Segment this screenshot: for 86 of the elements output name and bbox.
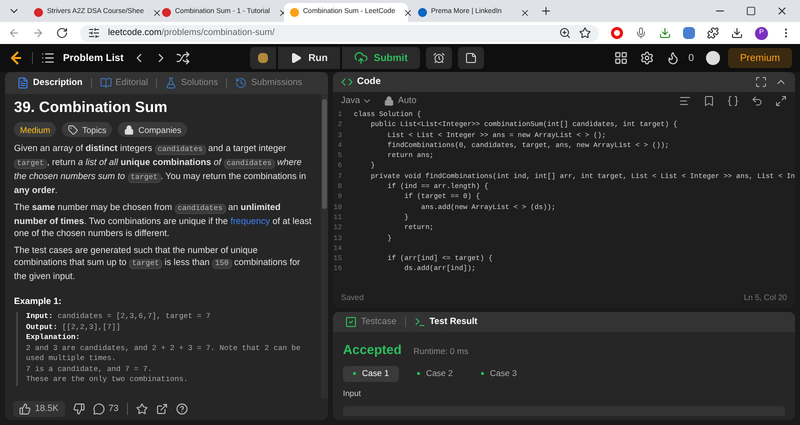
lock-icon: [384, 96, 394, 106]
problem-list-link[interactable]: Problem List: [63, 50, 124, 66]
case-tab[interactable]: Case 1: [343, 366, 399, 382]
tag-button[interactable]: Companies: [118, 122, 188, 137]
extensions-icon[interactable]: [707, 27, 719, 39]
zoom-icon[interactable]: [559, 27, 571, 39]
settings-icon[interactable]: [640, 51, 654, 65]
panel-tab[interactable]: Description: [13, 76, 87, 90]
flame-icon[interactable]: [666, 51, 680, 65]
reload-icon[interactable]: [56, 27, 68, 39]
auto-mode-label: Auto: [398, 94, 417, 108]
code-icon: [341, 76, 353, 88]
comments-button[interactable]: 73: [92, 402, 119, 416]
difficulty-tag[interactable]: Medium: [14, 122, 56, 137]
avatar[interactable]: [706, 51, 720, 65]
site-info-icon[interactable]: [88, 27, 100, 39]
close-icon[interactable]: [152, 8, 162, 18]
history-icon: [235, 77, 248, 89]
thumbs-up-icon: [19, 403, 31, 415]
list-icon[interactable]: [41, 51, 55, 65]
panel-tab[interactable]: Testcase: [341, 315, 401, 329]
new-tab-icon[interactable]: [540, 5, 552, 17]
logo-icon[interactable]: [8, 50, 24, 66]
input-label: Input: [343, 388, 362, 400]
opera-icon[interactable]: [611, 27, 623, 39]
bookmark-star-icon[interactable]: [579, 27, 591, 39]
url-text: leetcode.com/problems/combination-sum/: [108, 26, 275, 40]
microphone-icon[interactable]: [635, 27, 647, 39]
streak-count: 0: [688, 52, 694, 66]
fullscreen-icon[interactable]: [755, 76, 767, 88]
download-icon[interactable]: [731, 27, 743, 39]
debug-button[interactable]: [250, 47, 276, 69]
dislike-icon[interactable]: [72, 403, 85, 415]
favorite-icon[interactable]: [136, 403, 148, 415]
grid-icon[interactable]: [614, 51, 628, 65]
bookmark-icon[interactable]: [703, 95, 715, 107]
lock-icon: [124, 124, 134, 134]
result-status: Accepted: [343, 341, 402, 359]
scrollbar[interactable]: [321, 94, 328, 398]
alarm-clock-icon: [432, 52, 445, 64]
note-icon: [464, 52, 477, 64]
close-icon[interactable]: [403, 8, 414, 18]
document-icon: [17, 77, 29, 89]
format-icon[interactable]: [679, 95, 691, 107]
cursor-position: Ln 5, Col 20: [744, 292, 787, 304]
panel-title: Code: [357, 74, 381, 89]
panel-tab[interactable]: Solutions: [161, 76, 222, 90]
comment-icon: [92, 403, 105, 415]
book-icon: [100, 77, 112, 89]
problem-title: 39. Combination Sum: [14, 98, 168, 117]
close-icon[interactable]: [520, 8, 530, 18]
address-field[interactable]: leetcode.com/problems/combination-sum/: [80, 24, 599, 42]
run-button[interactable]: Run: [278, 47, 340, 69]
expand-icon[interactable]: [775, 95, 787, 107]
reset-icon[interactable]: [751, 95, 763, 107]
submit-button[interactable]: Submit: [342, 47, 420, 69]
tag-icon: [68, 124, 78, 134]
tag-button[interactable]: Topics: [62, 122, 112, 137]
premium-button[interactable]: Premium: [728, 48, 792, 68]
bug-icon: [258, 53, 268, 63]
close-icon[interactable]: [776, 5, 788, 17]
share-icon[interactable]: [156, 403, 168, 415]
case-tab[interactable]: Case 2: [406, 366, 463, 382]
panel-tab[interactable]: Test Result: [410, 315, 482, 329]
terminal-icon: [414, 316, 426, 328]
checkbox-icon: [345, 316, 357, 328]
help-icon[interactable]: [176, 403, 188, 415]
notes-button[interactable]: [458, 47, 484, 69]
braces-icon[interactable]: [727, 95, 739, 107]
shuffle-icon[interactable]: [176, 51, 190, 65]
forward-icon[interactable]: [32, 27, 44, 39]
like-button[interactable]: 18.5K: [13, 401, 65, 417]
extension-icon[interactable]: [683, 27, 695, 39]
panel-tab[interactable]: Submissions: [231, 76, 306, 90]
cloud-upload-icon: [354, 51, 368, 65]
panel-tab[interactable]: Editorial: [96, 76, 152, 90]
back-icon[interactable]: [8, 27, 20, 39]
case-tab[interactable]: Case 3: [470, 366, 527, 382]
runtime-text: Runtime: 0 ms: [414, 345, 468, 358]
language-dropdown[interactable]: Java: [341, 94, 372, 108]
save-status: Saved: [341, 292, 364, 304]
play-icon: [290, 52, 302, 64]
example-title: Example 1:: [14, 295, 63, 307]
maximize-icon[interactable]: [746, 6, 756, 16]
timer-button[interactable]: [426, 47, 452, 69]
flask-icon: [165, 77, 178, 89]
